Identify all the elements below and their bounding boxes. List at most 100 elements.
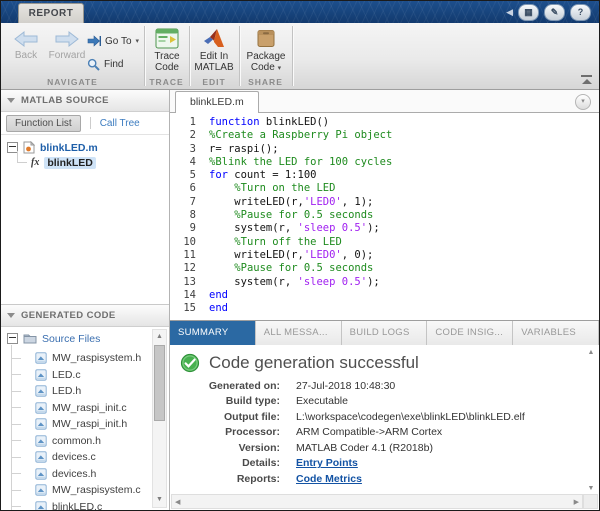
section-label-edit: EDIT xyxy=(189,77,239,87)
code-text: %Turn off the LED xyxy=(196,236,342,249)
code-line[interactable]: 13 system(r, 'sleep 0.5'); xyxy=(170,276,599,289)
generated-file-item[interactable]: LED.c xyxy=(35,367,169,384)
tab-separator xyxy=(90,117,91,129)
scroll-right-icon[interactable]: ▶ xyxy=(574,498,579,506)
scroll-left-icon[interactable]: ◀ xyxy=(175,498,180,506)
tab-list-dropdown-button[interactable]: ▾ xyxy=(575,94,591,110)
trace-code-button[interactable]: Trace Code xyxy=(147,28,187,73)
summary-vertical-scrollbar[interactable]: ▲ ▼ xyxy=(585,349,597,492)
tree-item-mfile-label: blinkLED.m xyxy=(40,142,98,154)
generated-file-item[interactable]: MW_raspisystem.h xyxy=(35,350,169,367)
code-line[interactable]: 8 %Pause for 0.5 seconds xyxy=(170,209,599,222)
summary-row: Build type:Executable xyxy=(180,394,526,410)
code-line[interactable]: 5for count = 1:100 xyxy=(170,169,599,182)
editor-tab-blinkled[interactable]: blinkLED.m xyxy=(175,91,259,113)
report-tab-code-insig[interactable]: CODE INSIG... xyxy=(427,321,513,345)
report-tab-build-logs[interactable]: BUILD LOGS xyxy=(342,321,428,345)
trace-code-label-line1: Trace xyxy=(147,51,187,62)
summary-link[interactable]: Code Metrics xyxy=(296,473,362,485)
line-number: 15 xyxy=(170,302,196,315)
goto-button[interactable]: Go To ▾ xyxy=(87,33,139,49)
edit-in-matlab-label-line2: MATLAB xyxy=(190,62,238,73)
tree-item-source-files[interactable]: Source Files xyxy=(1,327,169,348)
summary-horizontal-scrollbar[interactable]: ◀ ▶ xyxy=(171,494,583,509)
scroll-down-icon[interactable]: ▼ xyxy=(153,494,166,506)
matlab-source-header-label: MATLAB SOURCE xyxy=(21,95,109,106)
report-tab-summary[interactable]: SUMMARY xyxy=(170,321,256,345)
tree-item-function[interactable]: fx blinkLED xyxy=(7,155,169,170)
generated-file-item[interactable]: blinkLED.c xyxy=(35,499,169,511)
help-icon[interactable]: ? xyxy=(570,4,591,21)
summary-row: Generated on:27-Jul-2018 10:48:30 xyxy=(180,378,526,394)
summary-row-value: ARM Compatible->ARM Cortex xyxy=(280,425,526,441)
generated-file-item[interactable]: MW_raspisystem.c xyxy=(35,482,169,499)
navigate-stack: Go To ▾ Find xyxy=(87,33,139,79)
collapse-expander-icon[interactable] xyxy=(7,333,18,344)
generated-file-item[interactable]: MW_raspi_init.c xyxy=(35,400,169,417)
line-number: 11 xyxy=(170,249,196,262)
section-label-trace: TRACE xyxy=(144,77,189,87)
code-line[interactable]: 3r= raspi(); xyxy=(170,143,599,156)
report-tab-variables[interactable]: VARIABLES xyxy=(513,321,599,345)
scrollbar-thumb[interactable] xyxy=(154,345,165,421)
code-line[interactable]: 2%Create a Raspberry Pi object xyxy=(170,129,599,142)
summary-row-label: Processor: xyxy=(180,425,280,441)
code-text: %Pause for 0.5 seconds xyxy=(196,262,373,275)
code-line[interactable]: 4%Blink the LED for 100 cycles xyxy=(170,156,599,169)
layout-grid-icon[interactable]: ▦ xyxy=(518,4,539,21)
collapse-section-icon xyxy=(7,98,15,103)
minimize-toolstrip-button[interactable] xyxy=(581,75,592,84)
summary-row-label: Reports: xyxy=(180,471,280,487)
forward-button[interactable]: Forward xyxy=(45,30,89,61)
summary-row-label: Details: xyxy=(180,456,280,472)
code-line[interactable]: 6 %Turn on the LED xyxy=(170,182,599,195)
minimize-toolstrip-bar-icon xyxy=(581,75,592,77)
code-editor[interactable]: 1function blinkLED()2%Create a Raspberry… xyxy=(170,113,599,320)
feedback-pencil-icon[interactable]: ✎ xyxy=(544,4,565,21)
back-button[interactable]: Back xyxy=(9,30,43,61)
generated-file-item[interactable]: common.h xyxy=(35,433,169,450)
code-text: r= raspi(); xyxy=(196,143,279,156)
generated-file-label: MW_raspisystem.h xyxy=(52,352,141,364)
scroll-up-icon[interactable]: ▲ xyxy=(588,349,595,356)
titlebar-icon-group: ◀ ▦ ✎ ? xyxy=(506,4,591,21)
code-line[interactable]: 10 %Turn off the LED xyxy=(170,236,599,249)
source-view-switcher: Function List Call Tree xyxy=(1,112,169,135)
code-line[interactable]: 1function blinkLED() xyxy=(170,116,599,129)
generated-file-item[interactable]: devices.c xyxy=(35,449,169,466)
generated-file-item[interactable]: MW_raspi_init.h xyxy=(35,416,169,433)
generated-file-item[interactable]: LED.h xyxy=(35,383,169,400)
generated-list-scrollbar[interactable]: ▲ ▼ xyxy=(152,329,167,508)
generated-file-item[interactable]: devices.h xyxy=(35,466,169,483)
find-button[interactable]: Find xyxy=(87,56,139,72)
tree-item-mfile[interactable]: blinkLED.m xyxy=(7,140,169,155)
call-tree-button[interactable]: Call Tree xyxy=(100,118,140,129)
scroll-up-icon[interactable]: ▲ xyxy=(153,331,166,343)
code-file-icon xyxy=(35,451,47,463)
summary-row-value: Code Metrics xyxy=(280,471,526,487)
code-line[interactable]: 14end xyxy=(170,289,599,302)
function-fx-icon: fx xyxy=(31,157,39,168)
folder-icon xyxy=(23,333,37,344)
package-code-dropdown-icon: ▾ xyxy=(278,65,282,72)
summary-row-label: Build type: xyxy=(180,394,280,410)
code-line[interactable]: 15end xyxy=(170,302,599,315)
function-list-button[interactable]: Function List xyxy=(6,115,81,132)
code-line[interactable]: 7 writeLED(r,'LED0', 1); xyxy=(170,196,599,209)
code-line[interactable]: 12 %Pause for 0.5 seconds xyxy=(170,262,599,275)
report-tab-all-messa[interactable]: ALL MESSA... xyxy=(256,321,342,345)
matlab-source-header[interactable]: MATLAB SOURCE xyxy=(1,90,169,112)
package-code-button[interactable]: Package Code ▾ xyxy=(241,28,291,74)
code-line[interactable]: 11 writeLED(r,'LED0', 0); xyxy=(170,249,599,262)
scroll-down-icon[interactable]: ▼ xyxy=(588,485,595,492)
tree-item-function-label: blinkLED xyxy=(44,157,96,169)
edit-in-matlab-button[interactable]: Edit In MATLAB xyxy=(190,28,238,73)
line-number: 2 xyxy=(170,129,196,142)
generated-code-header[interactable]: GENERATED CODE xyxy=(1,304,169,327)
code-line[interactable]: 9 system(r, 'sleep 0.5'); xyxy=(170,222,599,235)
summary-link[interactable]: Entry Points xyxy=(296,457,358,469)
tab-report[interactable]: REPORT xyxy=(18,3,84,23)
chevron-left-icon[interactable]: ◀ xyxy=(506,5,513,20)
matlab-logo-icon xyxy=(190,28,238,49)
summary-table: Generated on:27-Jul-2018 10:48:30Build t… xyxy=(180,378,526,487)
